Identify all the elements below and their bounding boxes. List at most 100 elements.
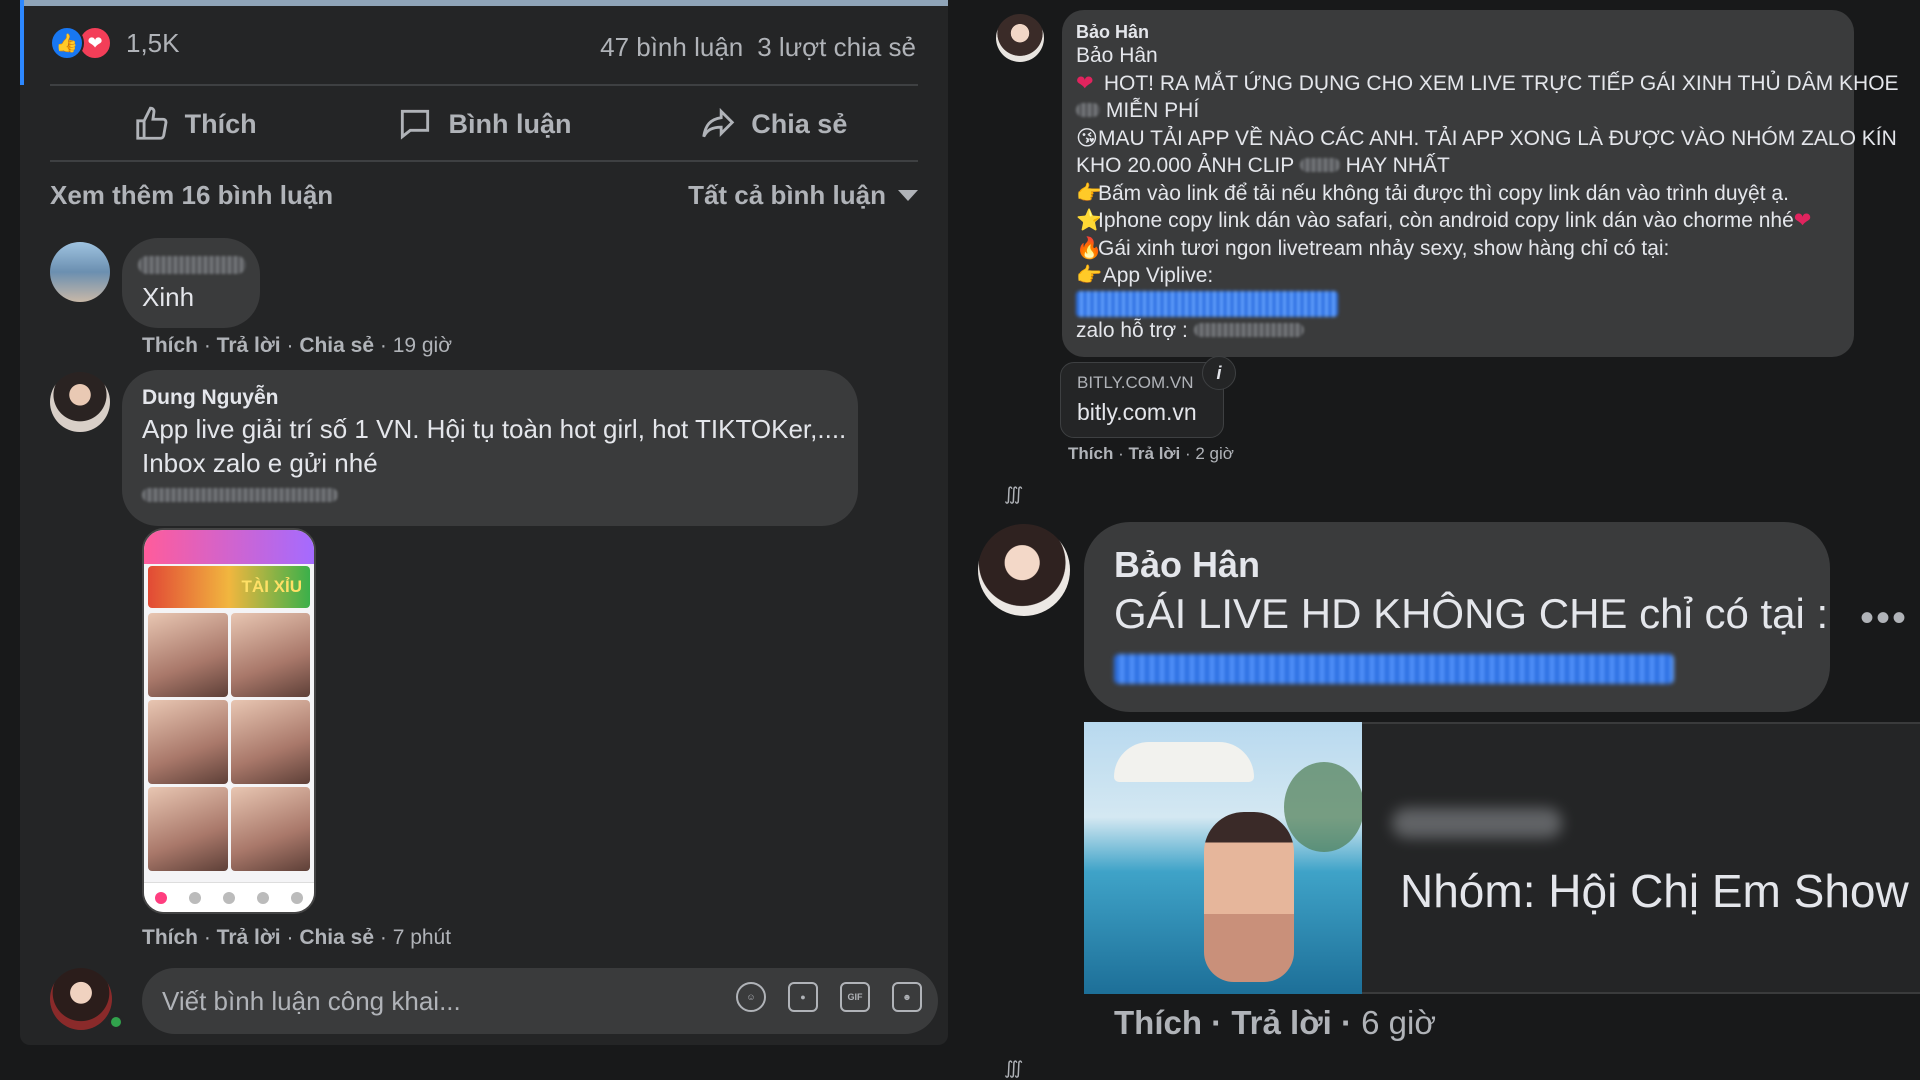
thumbnail (230, 613, 310, 697)
spam-comment-bubble: Bảo Hân Bảo Hân ❤ HOT! RA MẮT ỨNG DỤNG C… (1062, 10, 1899, 357)
commenter-avatar[interactable] (996, 14, 1044, 62)
sticker-icon[interactable]: ☻ (892, 982, 922, 1012)
nav-dot-icon (291, 891, 303, 904)
comment-meta: Thích · Trả lời · Chia sẻ · 7 phút (142, 926, 452, 949)
comment-like-link[interactable]: Thích (142, 926, 198, 949)
umbrella-shape (1114, 742, 1254, 782)
thumbnail (148, 787, 228, 871)
reaction-summary[interactable]: 👍 ❤ 1,5K (50, 26, 180, 60)
comment-line: KHO 20.000 ẢNH CLIP HAY NHẤT (1076, 152, 1840, 180)
comment-bubble: Xinh (122, 238, 260, 328)
thumbs-up-icon (135, 106, 168, 140)
comment-like-link[interactable]: Thích (1114, 1004, 1202, 1041)
comment-line-text: MAU TẢI APP VỀ NÀO CÁC ANH. TẢI APP XONG… (1098, 126, 1897, 150)
focus-bar (20, 0, 24, 85)
comment-author[interactable]: Dung Nguyễn (142, 386, 279, 410)
app-thumbnail-grid (144, 610, 314, 874)
group-preview-image[interactable] (1084, 722, 1362, 994)
fire-emoji-icon: 🔥 (1076, 236, 1103, 260)
post-stats: 47 bình luận 3 lượt chia sẻ (600, 32, 916, 63)
pointing-emoji-icon: 👉 (1076, 181, 1103, 205)
comment-meta: Thích · Trả lời · Chia sẻ · 19 giờ (142, 334, 452, 357)
commenter-avatar[interactable] (50, 372, 110, 432)
link-preview-card[interactable]: BITLY.COM.VN bitly.com.vn (1060, 362, 1224, 438)
comment-button[interactable]: Bình luận (339, 92, 628, 156)
comment-reply-link[interactable]: Trả lời (217, 334, 281, 357)
comment-line: 👉Bấm vào link để tải nếu không tải được … (1076, 180, 1840, 208)
comment-share-link[interactable]: Chia sẻ (299, 334, 374, 357)
comment-time[interactable]: 2 giờ (1195, 444, 1234, 463)
comment-like-link[interactable]: Thích (142, 334, 198, 357)
text-cursor-icon: ∭ (1004, 1058, 1024, 1078)
comment-line: 👉 App Viplive: (1076, 262, 1840, 290)
comment-line-text: Gái xinh tươi ngon livetream nhảy sexy, … (1098, 236, 1670, 260)
info-icon[interactable]: i (1202, 356, 1236, 390)
divider (50, 84, 918, 86)
pointing-emoji-icon: 👉 (1076, 264, 1103, 287)
comment-time[interactable]: 19 giờ (393, 334, 452, 357)
thumbnail (230, 700, 310, 784)
share-arrow-icon (702, 107, 735, 138)
person-shape (1204, 812, 1294, 982)
comment-line: ❤ HOT! RA MẮT ỨNG DỤNG CHO XEM LIVE TRỰC… (1076, 70, 1899, 98)
comment-line-text: App Viplive: (1102, 264, 1214, 287)
view-more-comments-link[interactable]: Xem thêm 16 bình luận (50, 180, 333, 211)
like-label: Thích (184, 108, 257, 139)
comment-line: zalo hỗ trợ : (1076, 317, 1840, 345)
camera-icon[interactable]: ● (788, 982, 818, 1012)
text-cursor-icon: ∭ (1004, 484, 1024, 504)
preview-host: bitly.com.vn (1077, 399, 1197, 425)
comment-text-line: App live giải trí số 1 VN. Hội tụ toàn h… (142, 414, 847, 444)
blurred-group-title (1392, 808, 1562, 838)
comment-author-small[interactable]: Bảo Hân (1076, 22, 1840, 42)
commenter-avatar[interactable] (50, 242, 110, 302)
current-user-avatar[interactable] (50, 968, 112, 1030)
heart-emoji-icon: ❤ (1076, 71, 1094, 95)
comment-share-link[interactable]: Chia sẻ (299, 926, 374, 949)
comment-time[interactable]: 6 giờ (1361, 1004, 1436, 1041)
more-options-icon[interactable]: ••• (1860, 596, 1908, 641)
post-action-bar: Thích Bình luận Chia sẻ (50, 92, 918, 156)
comment-reply-link[interactable]: Trả lời (1231, 1004, 1332, 1041)
online-status-dot (108, 1014, 124, 1030)
share-button[interactable]: Chia sẻ (629, 92, 918, 156)
comment-line-text: Bấm vào link để tải nếu không tải được t… (1098, 181, 1789, 205)
left-post-panel: 👍 ❤ 1,5K 47 bình luận 3 lượt chia sẻ Thí… (0, 0, 960, 1080)
star-emoji-icon: ⭐ (1076, 209, 1103, 232)
app-header (144, 530, 314, 564)
comments-header: Xem thêm 16 bình luận Tất cả bình luận (50, 180, 918, 211)
comment-line-text: KHO 20.000 ẢNH CLIP (1076, 154, 1294, 177)
blurred-phone-number (1193, 323, 1304, 337)
shares-count-link[interactable]: 3 lượt chia sẻ (757, 32, 916, 63)
comment-label: Bình luận (448, 108, 572, 139)
blurred-link[interactable] (1076, 290, 1338, 317)
comment-time[interactable]: 7 phút (393, 926, 451, 949)
comment-text: GÁI LIVE HD KHÔNG CHE chỉ có tại : (1114, 590, 1829, 637)
post-card: 👍 ❤ 1,5K 47 bình luận 3 lượt chia sẻ Thí… (20, 0, 948, 1045)
app-screenshot-attachment[interactable]: TÀI XỈU (142, 528, 316, 914)
comment-author[interactable]: Bảo Hân (1114, 544, 1800, 586)
gif-icon[interactable]: GIF (840, 982, 870, 1012)
nav-dot-icon (155, 891, 167, 904)
comment-author: Bảo Hân (1076, 44, 1158, 67)
comment-text: Xinh (142, 282, 195, 312)
comment-filter-dropdown[interactable]: Tất cả bình luận (688, 180, 918, 211)
nav-dot-icon (257, 891, 269, 904)
right-comments-panel: Bảo Hân Bảo Hân ❤ HOT! RA MẮT ỨNG DỤNG C… (960, 0, 1920, 1080)
comment-reply-link[interactable]: Trả lời (1128, 444, 1180, 463)
comment-composer[interactable]: Viết bình luận công khai... ☺ ● GIF ☻ (142, 968, 938, 1034)
comment-line-text: MIỄN PHÍ (1105, 99, 1200, 122)
comment-reply-link[interactable]: Trả lời (217, 926, 281, 949)
comment-like-link[interactable]: Thích (1068, 444, 1113, 463)
comments-count-link[interactable]: 47 bình luận (600, 32, 743, 63)
comment-line: MIỄN PHÍ (1076, 97, 1840, 125)
commenter-avatar[interactable] (978, 524, 1070, 616)
blurred-link[interactable] (1114, 654, 1674, 684)
emoji-icon[interactable]: ☺ (736, 982, 766, 1012)
share-label: Chia sẻ (751, 108, 848, 139)
like-button[interactable]: Thích (50, 92, 339, 156)
spam-comment-bubble: Bảo Hân GÁI LIVE HD KHÔNG CHE chỉ có tại… (1084, 522, 1830, 712)
blurred-phone-number (142, 488, 338, 502)
composer-placeholder: Viết bình luận công khai... (162, 986, 461, 1016)
thumbnail (230, 787, 310, 871)
